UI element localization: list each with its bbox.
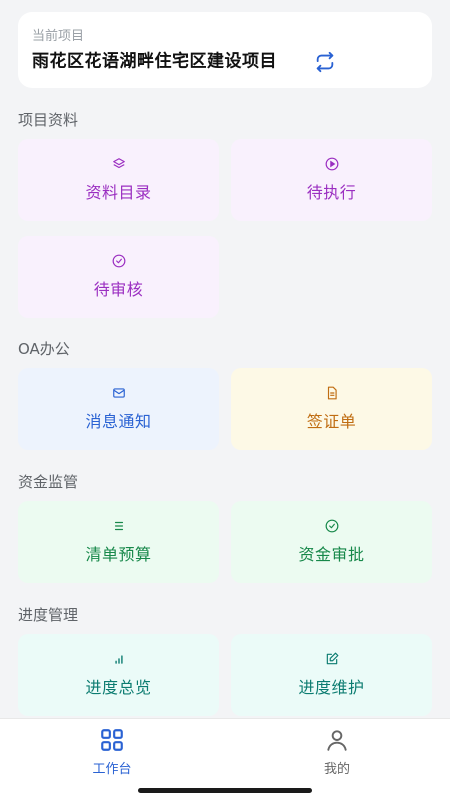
- workbench-content[interactable]: 当前项目 雨花区花语湖畔住宅区建设项目 项目资料 资料目录 待执行 待审核 OA…: [0, 0, 450, 718]
- check-circle-icon: [325, 519, 338, 533]
- section-title-oa: OA办公: [18, 340, 70, 358]
- tile-doc-catalog[interactable]: 资料目录: [18, 139, 219, 221]
- user-icon: [327, 730, 347, 751]
- document-icon: [327, 386, 337, 400]
- tile-progress-overview[interactable]: 进度总览: [18, 634, 219, 716]
- section-title-fund-supervision: 资金监管: [18, 473, 79, 491]
- tab-label: 工作台: [92, 762, 132, 777]
- tile-message-notifications[interactable]: 消息通知: [18, 368, 219, 450]
- current-project-label: 当前项目: [32, 29, 85, 44]
- list-icon: [114, 521, 123, 531]
- tile-label: 清单预算: [85, 545, 152, 564]
- current-project-name: 雨花区花语湖畔住宅区建设项目: [32, 51, 277, 72]
- tile-progress-maintenance[interactable]: 进度维护: [231, 634, 432, 716]
- tab-mine[interactable]: 我的: [277, 727, 397, 779]
- section-title-project-docs: 项目资料: [18, 111, 79, 129]
- tile-label: 待执行: [306, 183, 357, 202]
- tab-label: 我的: [323, 762, 350, 777]
- grid-icon: [101, 729, 123, 751]
- tile-label: 签证单: [306, 412, 357, 431]
- tile-budget-list[interactable]: 清单预算: [18, 501, 219, 583]
- bar-chart-icon: [114, 655, 123, 664]
- tile-visa-sheet[interactable]: 签证单: [231, 368, 432, 450]
- tab-workbench[interactable]: 工作台: [52, 727, 172, 779]
- edit-icon: [326, 652, 338, 665]
- mail-icon: [112, 388, 125, 398]
- check-circle-icon: [112, 254, 125, 268]
- tile-label: 进度维护: [298, 678, 365, 697]
- swap-arrows-icon[interactable]: [314, 51, 336, 73]
- current-project-card[interactable]: 当前项目 雨花区花语湖畔住宅区建设项目: [18, 12, 432, 88]
- tile-pending-execution[interactable]: 待执行: [231, 139, 432, 221]
- section-title-progress-management: 进度管理: [18, 606, 79, 624]
- tile-label: 资料目录: [85, 183, 152, 202]
- tile-label: 消息通知: [85, 412, 152, 431]
- home-indicator: [138, 788, 312, 793]
- tile-label: 资金审批: [298, 545, 365, 564]
- layers-icon: [112, 158, 125, 169]
- tile-fund-approval[interactable]: 资金审批: [231, 501, 432, 583]
- tile-label: 待审核: [93, 280, 144, 299]
- tile-label: 进度总览: [85, 678, 152, 697]
- play-circle-icon: [325, 157, 338, 171]
- tile-pending-review[interactable]: 待审核: [18, 236, 219, 318]
